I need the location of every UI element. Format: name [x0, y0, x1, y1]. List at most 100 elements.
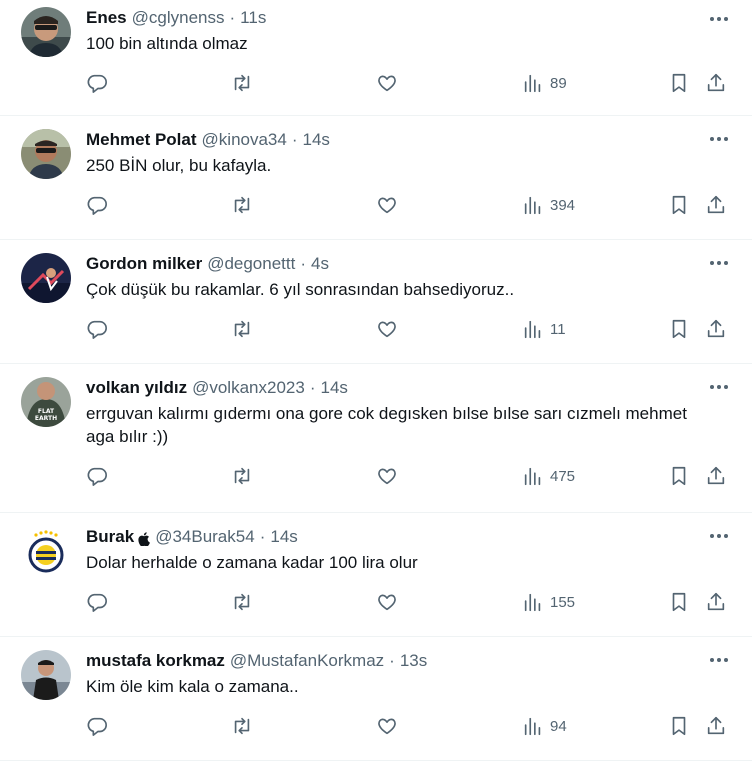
tweet[interactable]: Mehmet Polat @kinova34 · 14s 250 BİN olu…	[0, 116, 752, 240]
like-button[interactable]	[376, 192, 398, 218]
svg-text:FLAT: FLAT	[38, 408, 55, 415]
views-icon	[524, 467, 541, 486]
timestamp[interactable]: 14s	[303, 129, 330, 151]
like-button[interactable]	[376, 463, 398, 489]
like-button[interactable]	[376, 589, 398, 615]
views-button[interactable]: 89	[522, 70, 567, 96]
avatar[interactable]	[21, 129, 71, 179]
action-bar: 155	[86, 589, 736, 629]
tweet[interactable]: Enes @cglynenss · 11s 100 bin altında ol…	[0, 0, 752, 116]
share-button[interactable]	[705, 70, 727, 96]
reply-button[interactable]	[86, 316, 108, 342]
apple-icon	[138, 530, 151, 547]
reply-button[interactable]	[86, 713, 108, 739]
tweet[interactable]: Burak @34Burak54 · 14s Dolar herhalde o …	[0, 513, 752, 637]
author-handle[interactable]: @cglynenss	[132, 7, 225, 29]
timestamp[interactable]: 11s	[240, 7, 266, 29]
author-name[interactable]: Gordon milker	[86, 253, 202, 275]
author-name[interactable]: Burak	[86, 526, 134, 548]
like-icon	[378, 197, 396, 214]
author-handle[interactable]: @volkanx2023	[192, 377, 305, 399]
tweet[interactable]: mustafa korkmaz @MustafanKorkmaz · 13s K…	[0, 637, 752, 761]
action-bar: 89	[86, 70, 736, 110]
avatar[interactable]: FLAT EARTH	[21, 377, 71, 427]
avatar[interactable]	[21, 650, 71, 700]
avatar[interactable]	[21, 526, 71, 576]
views-button[interactable]: 155	[522, 589, 575, 615]
bookmark-button[interactable]	[668, 70, 690, 96]
tweet-text: errguvan kalırmı gıdermı ona gore cok de…	[86, 404, 687, 446]
reply-icon	[87, 320, 107, 339]
avatar[interactable]	[21, 7, 71, 57]
more-icon[interactable]	[708, 377, 730, 397]
bookmark-icon	[672, 195, 686, 215]
timestamp[interactable]: 14s	[270, 526, 297, 548]
views-icon	[524, 593, 541, 612]
tweet[interactable]: Gordon milker @degonettt · 4s Çok düşük …	[0, 240, 752, 364]
like-button[interactable]	[376, 316, 398, 342]
tweet-text: 100 bin altında olmaz	[86, 34, 248, 53]
views-icon	[524, 320, 541, 339]
share-button[interactable]	[705, 713, 727, 739]
author-name[interactable]: Mehmet Polat	[86, 129, 197, 151]
retweet-button[interactable]	[231, 463, 253, 489]
bookmark-button[interactable]	[668, 463, 690, 489]
retweet-button[interactable]	[231, 713, 253, 739]
author-handle[interactable]: @MustafanKorkmaz	[230, 650, 384, 672]
share-button[interactable]	[705, 463, 727, 489]
author-handle[interactable]: @34Burak54	[155, 526, 255, 548]
author-name[interactable]: mustafa korkmaz	[86, 650, 225, 672]
avatar[interactable]	[21, 253, 71, 303]
share-button[interactable]	[705, 316, 727, 342]
bookmark-button[interactable]	[668, 589, 690, 615]
share-button[interactable]	[705, 589, 727, 615]
share-icon	[707, 73, 725, 92]
timestamp[interactable]: 13s	[400, 650, 427, 672]
retweet-button[interactable]	[231, 316, 253, 342]
retweet-button[interactable]	[231, 70, 253, 96]
separator: ·	[291, 130, 298, 149]
tweet[interactable]: FLAT EARTH volkan yıldız @volkanx2023 · 1…	[0, 364, 752, 513]
more-icon[interactable]	[708, 253, 730, 273]
bookmark-icon	[672, 716, 686, 736]
view-count: 11	[550, 320, 566, 338]
svg-text:EARTH: EARTH	[35, 415, 57, 422]
author-handle[interactable]: @degonettt	[207, 253, 295, 275]
views-button[interactable]: 394	[522, 192, 575, 218]
views-button[interactable]: 11	[522, 316, 566, 342]
bookmark-button[interactable]	[668, 316, 690, 342]
author-handle[interactable]: @kinova34	[202, 129, 287, 151]
more-icon[interactable]	[708, 650, 730, 670]
author-name[interactable]: Enes	[86, 7, 127, 29]
more-icon[interactable]	[708, 9, 730, 29]
reply-icon	[87, 74, 107, 93]
timestamp[interactable]: 14s	[320, 377, 347, 399]
share-button[interactable]	[705, 192, 727, 218]
separator: ·	[229, 8, 236, 27]
share-icon	[707, 195, 725, 214]
retweet-button[interactable]	[231, 589, 253, 615]
reply-button[interactable]	[86, 192, 108, 218]
more-icon[interactable]	[708, 526, 730, 546]
retweet-button[interactable]	[231, 192, 253, 218]
reply-button[interactable]	[86, 589, 108, 615]
retweet-icon	[234, 467, 250, 485]
views-button[interactable]: 94	[522, 713, 567, 739]
author-name[interactable]: volkan yıldız	[86, 377, 187, 399]
views-button[interactable]: 475	[522, 463, 575, 489]
more-icon[interactable]	[708, 129, 730, 149]
retweet-icon	[234, 74, 250, 92]
retweet-icon	[234, 196, 250, 214]
like-button[interactable]	[376, 70, 398, 96]
action-bar: 475	[86, 463, 736, 503]
bookmark-button[interactable]	[668, 713, 690, 739]
action-bar: 11	[86, 316, 736, 356]
timestamp[interactable]: 4s	[311, 253, 329, 275]
reply-button[interactable]	[86, 70, 108, 96]
reply-button[interactable]	[86, 463, 108, 489]
bookmark-button[interactable]	[668, 192, 690, 218]
like-button[interactable]	[376, 713, 398, 739]
bookmark-icon	[672, 592, 686, 612]
share-icon	[707, 716, 725, 735]
like-icon	[378, 75, 396, 92]
